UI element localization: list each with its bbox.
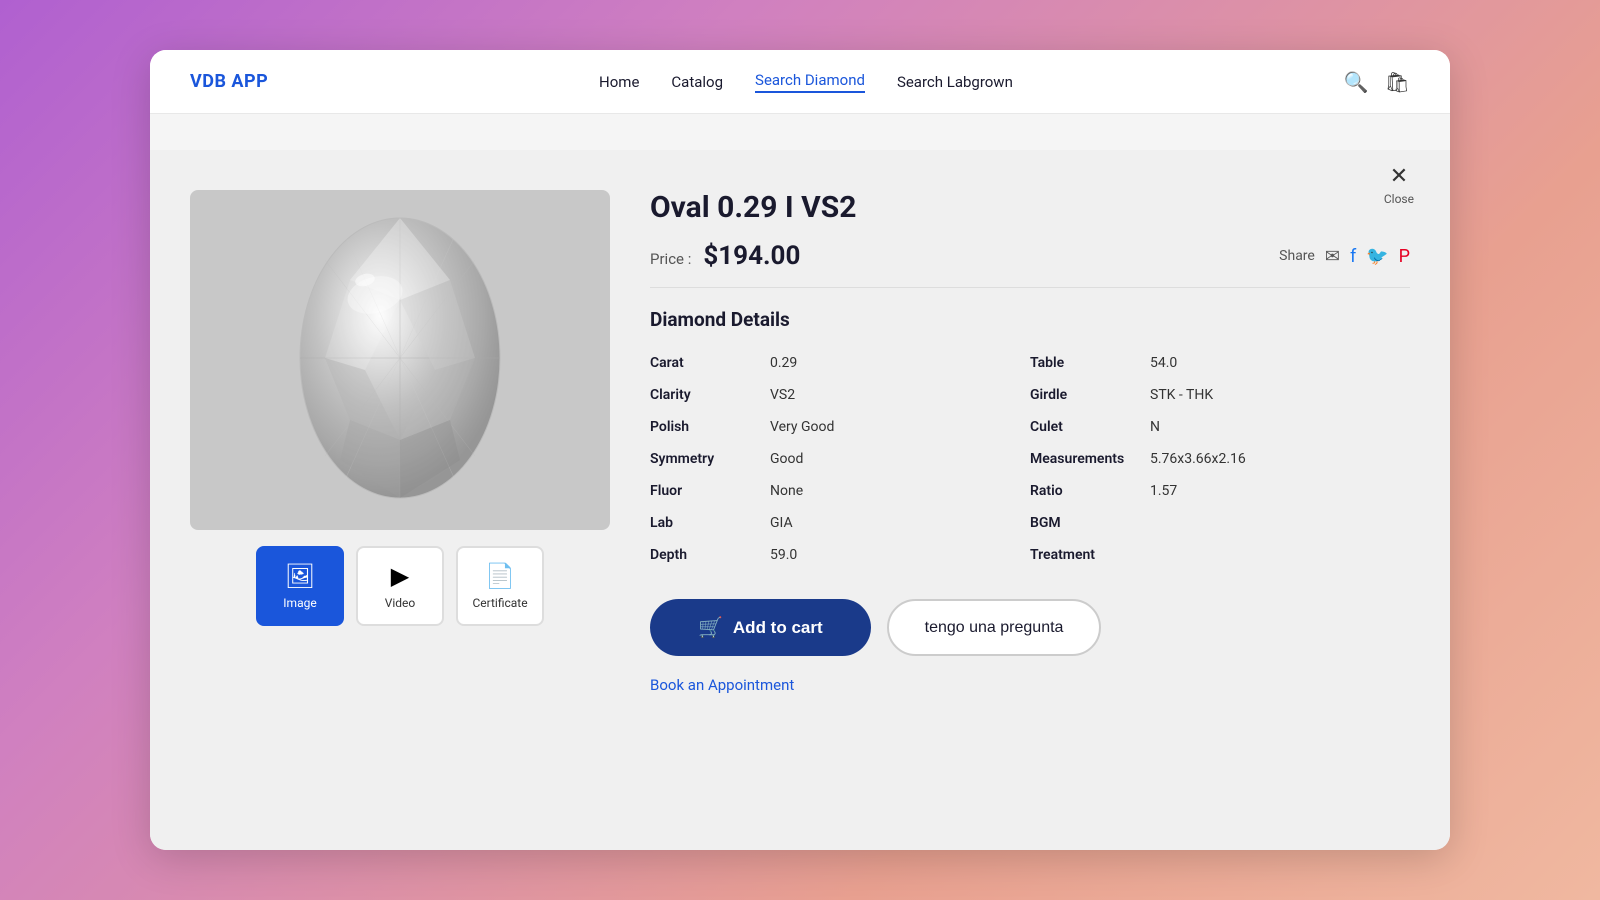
detail-val: 1.57 [1150, 483, 1177, 499]
tab-image[interactable]: 🖼 Image [256, 546, 344, 626]
detail-row: Depth59.0 [650, 539, 1030, 571]
appointment-link[interactable]: Book an Appointment [650, 676, 794, 694]
certificate-tab-icon: 📄 [485, 562, 515, 590]
detail-row: GirdleSTK - THK [1030, 379, 1410, 411]
tab-video-label: Video [385, 596, 416, 610]
video-tab-icon: ▶ [391, 562, 409, 590]
details-title: Diamond Details [650, 308, 1410, 331]
cart-header-icon[interactable]: 🛍 [1385, 70, 1410, 94]
header: VDB APP Home Catalog Search Diamond Sear… [150, 50, 1450, 114]
detail-row: CuletN [1030, 411, 1410, 443]
detail-val: Very Good [770, 419, 834, 435]
app-window: VDB APP Home Catalog Search Diamond Sear… [150, 50, 1450, 850]
detail-row: Treatment [1030, 539, 1410, 571]
price-value: $194.00 [703, 241, 800, 271]
detail-key: Lab [650, 515, 770, 531]
details-grid: Carat0.29ClarityVS2PolishVery GoodSymmet… [650, 347, 1410, 571]
detail-val: Good [770, 451, 803, 467]
detail-row: SymmetryGood [650, 443, 1030, 475]
detail-row: Carat0.29 [650, 347, 1030, 379]
detail-val: 54.0 [1150, 355, 1177, 371]
add-to-cart-label: Add to cart [733, 618, 823, 638]
detail-val: None [770, 483, 803, 499]
nav-search-diamond[interactable]: Search Diamond [755, 71, 865, 93]
actions-row: 🛒 Add to cart tengo una pregunta [650, 599, 1410, 656]
media-tabs: 🖼 Image ▶ Video 📄 Certificate [190, 546, 610, 626]
product-title: Oval 0.29 I VS2 [650, 190, 1410, 225]
detail-key: Symmetry [650, 451, 770, 467]
share-facebook-icon[interactable]: f [1350, 246, 1356, 267]
close-x-icon: ✕ [1384, 166, 1414, 188]
header-icons: 🔍 🛍 [1344, 70, 1410, 94]
detail-key: Culet [1030, 419, 1150, 435]
cart-button-icon: 🛒 [698, 615, 723, 640]
share-label: Share [1279, 248, 1315, 264]
nav-home[interactable]: Home [599, 73, 639, 91]
detail-row: PolishVery Good [650, 411, 1030, 443]
detail-key: BGM [1030, 515, 1150, 531]
detail-val: 5.76x3.66x2.16 [1150, 451, 1246, 467]
detail-key: Polish [650, 419, 770, 435]
detail-row: FluorNone [650, 475, 1030, 507]
detail-row: Ratio1.57 [1030, 475, 1410, 507]
tab-image-label: Image [283, 596, 316, 610]
nav: Home Catalog Search Diamond Search Labgr… [599, 71, 1013, 93]
detail-row: Measurements5.76x3.66x2.16 [1030, 443, 1410, 475]
diamond-svg [270, 200, 530, 520]
detail-key: Ratio [1030, 483, 1150, 499]
product-layout: 🖼 Image ▶ Video 📄 Certificate Oval 0.29 … [190, 190, 1410, 694]
add-to-cart-button[interactable]: 🛒 Add to cart [650, 599, 871, 656]
close-button[interactable]: ✕ Close [1384, 166, 1414, 207]
secondary-bar [150, 114, 1450, 150]
detail-row: ClarityVS2 [650, 379, 1030, 411]
detail-key: Table [1030, 355, 1150, 371]
price-share-row: Price : $194.00 Share ✉ f 🐦 P [650, 241, 1410, 288]
close-label: Close [1384, 192, 1414, 206]
detail-key: Clarity [650, 387, 770, 403]
detail-row: BGM [1030, 507, 1410, 539]
detail-key: Measurements [1030, 451, 1150, 467]
question-label: tengo una pregunta [925, 619, 1064, 636]
price-label: Price : [650, 250, 691, 268]
detail-key: Girdle [1030, 387, 1150, 403]
detail-key: Treatment [1030, 547, 1150, 563]
main-content: ✕ Close [150, 150, 1450, 850]
detail-val: 0.29 [770, 355, 797, 371]
tab-video[interactable]: ▶ Video [356, 546, 444, 626]
detail-val: GIA [770, 515, 793, 531]
search-icon[interactable]: 🔍 [1344, 70, 1369, 94]
detail-val: VS2 [770, 387, 795, 403]
details-col-right: Table54.0GirdleSTK - THKCuletNMeasuremen… [1030, 347, 1410, 571]
detail-key: Fluor [650, 483, 770, 499]
logo: VDB APP [190, 71, 268, 92]
nav-catalog[interactable]: Catalog [671, 73, 723, 91]
detail-val: STK - THK [1150, 387, 1213, 403]
details-col-left: Carat0.29ClarityVS2PolishVery GoodSymmet… [650, 347, 1030, 571]
share-section: Share ✉ f 🐦 P [1279, 246, 1410, 267]
tab-certificate-label: Certificate [472, 596, 527, 610]
detail-row: LabGIA [650, 507, 1030, 539]
price-section: Price : $194.00 [650, 241, 800, 271]
share-twitter-icon[interactable]: 🐦 [1366, 246, 1388, 267]
image-tab-icon: 🖼 [285, 562, 315, 590]
detail-key: Carat [650, 355, 770, 371]
share-pinterest-icon[interactable]: P [1399, 246, 1410, 267]
detail-val: 59.0 [770, 547, 797, 563]
detail-row: Table54.0 [1030, 347, 1410, 379]
diamond-image [190, 190, 610, 530]
share-email-icon[interactable]: ✉ [1325, 246, 1340, 267]
question-button[interactable]: tengo una pregunta [887, 599, 1102, 656]
product-left: 🖼 Image ▶ Video 📄 Certificate [190, 190, 610, 694]
tab-certificate[interactable]: 📄 Certificate [456, 546, 544, 626]
product-right: Oval 0.29 I VS2 Price : $194.00 Share ✉ … [650, 190, 1410, 694]
detail-key: Depth [650, 547, 770, 563]
detail-val: N [1150, 419, 1160, 435]
nav-search-labgrown[interactable]: Search Labgrown [897, 73, 1013, 91]
